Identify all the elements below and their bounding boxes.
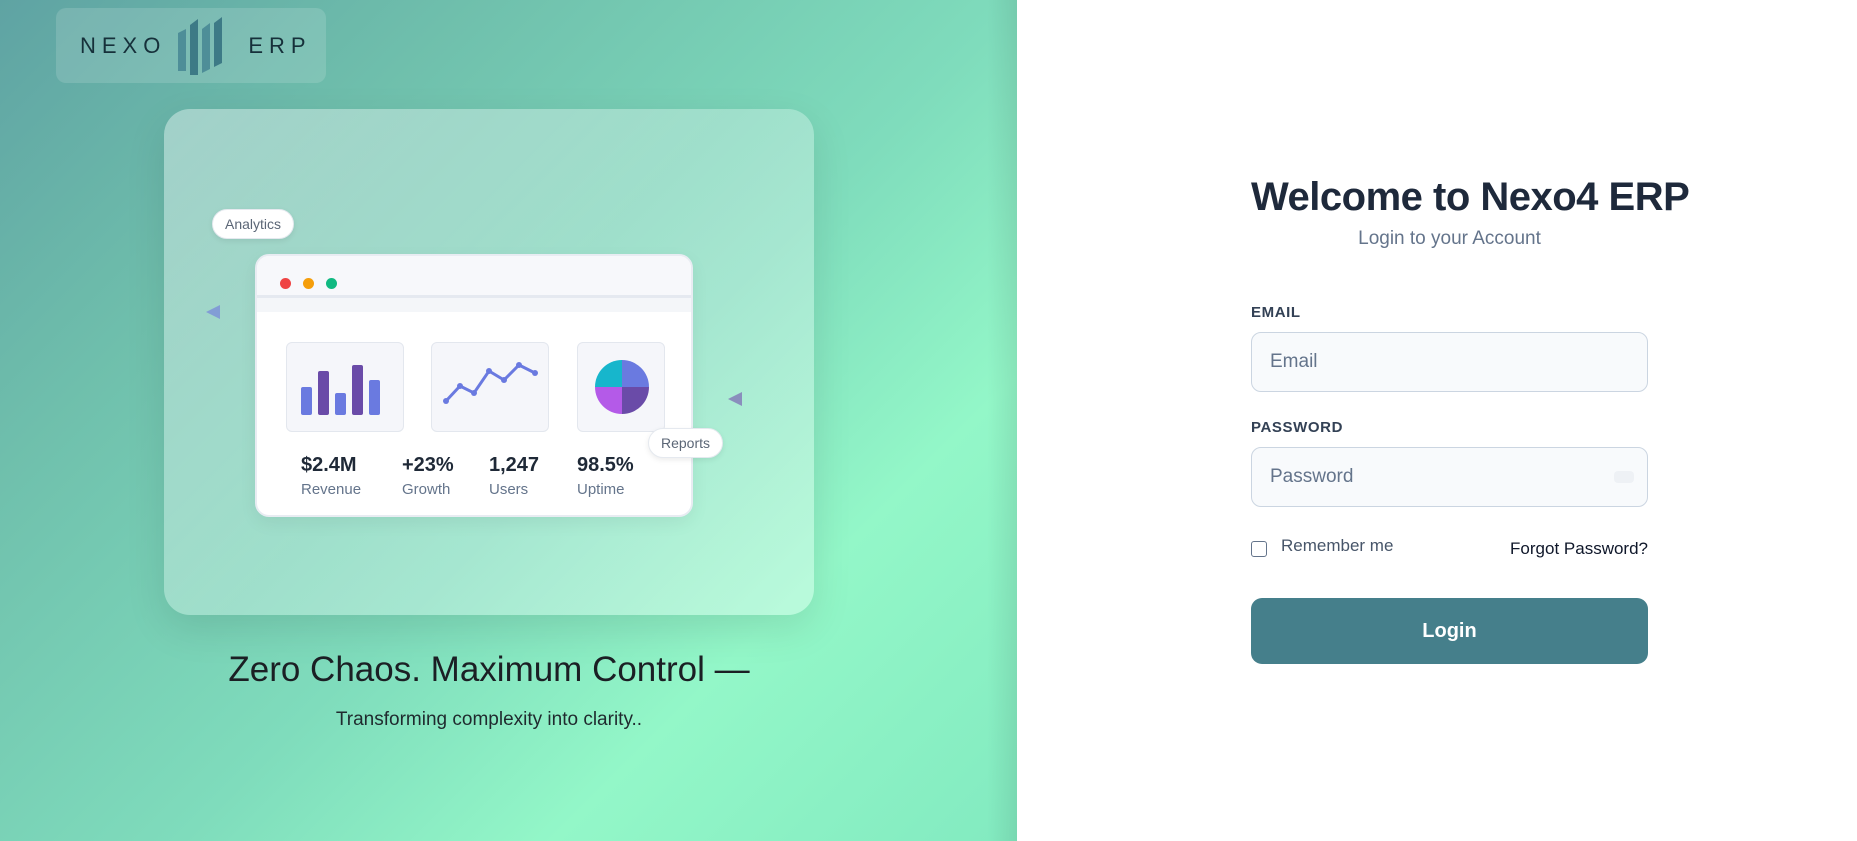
triangle-decoration-icon (728, 392, 742, 406)
pie-chart-icon (577, 342, 665, 432)
stat-revenue: $2.4M Revenue (301, 454, 361, 498)
yellow-dot-icon (303, 278, 314, 289)
stat-label: Revenue (301, 481, 362, 498)
stat-value: 98.5% (577, 454, 634, 476)
password-input[interactable] (1251, 447, 1648, 507)
login-panel: Welcome to Nexo4 ERP Login to your Accou… (1017, 0, 1857, 841)
password-visibility-toggle[interactable] (1614, 471, 1634, 483)
window-strip (257, 298, 691, 312)
page-title: Welcome to Nexo4 ERP (1251, 175, 1690, 219)
stat-label: Growth (402, 481, 451, 498)
stat-value: 1,247 (489, 454, 540, 476)
stat-value: $2.4M (301, 454, 357, 476)
stat-label: Users (489, 481, 529, 498)
green-dot-icon (326, 278, 337, 289)
red-dot-icon (280, 278, 291, 289)
reports-tag: Reports (648, 428, 724, 458)
email-input[interactable] (1251, 332, 1648, 392)
remember-me-label[interactable]: Remember me (1281, 536, 1393, 556)
line-chart-icon (431, 342, 549, 432)
stat-growth: +23% Growth (402, 454, 454, 498)
login-button[interactable]: Login (1251, 598, 1648, 664)
dashboard-window: $2.4M Revenue +23% Growth 1,247 Users 98… (255, 254, 693, 517)
brand-logo: NEXO ERP (56, 8, 326, 83)
email-label: EMAIL (1251, 304, 1301, 321)
remember-me-checkbox[interactable] (1251, 541, 1267, 557)
hero-subtagline: Transforming complexity into clarity.. (335, 709, 643, 730)
hero-panel: NEXO ERP Analytics $2.4M Revenue +23% Gr… (0, 0, 1017, 841)
stat-uptime: 98.5% Uptime (577, 454, 634, 498)
analytics-tag: Analytics (212, 209, 295, 239)
login-form: Welcome to Nexo4 ERP Login to your Accou… (1251, 175, 1690, 664)
logo-text-left: NEXO (80, 32, 167, 58)
bar-chart-icon (286, 342, 404, 432)
stat-label: Uptime (577, 481, 625, 498)
stat-value: +23% (402, 454, 454, 476)
window-titlebar (257, 256, 691, 298)
stat-users: 1,247 Users (489, 454, 539, 498)
page-subtitle: Login to your Account (1358, 228, 1541, 249)
triangle-decoration-icon (206, 305, 220, 319)
bar-chart-logo-icon (176, 15, 234, 77)
hero-tagline: Zero Chaos. Maximum Control — (228, 650, 750, 689)
forgot-password-link[interactable]: Forgot Password? (1510, 539, 1648, 559)
remember-me-row: Remember me (1251, 535, 1393, 557)
logo-text-right: ERP (248, 32, 312, 58)
password-label: PASSWORD (1251, 419, 1344, 436)
